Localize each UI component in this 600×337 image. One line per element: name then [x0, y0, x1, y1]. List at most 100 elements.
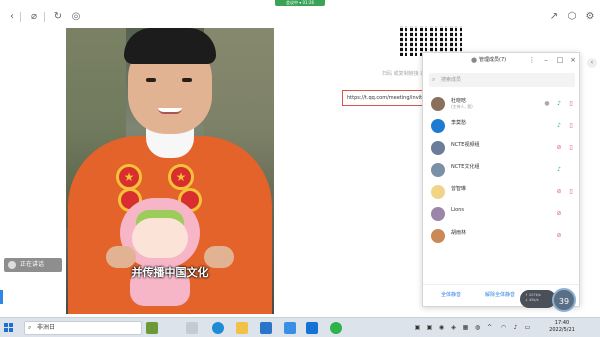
unmute-all-button[interactable]: 解除全体静音 [485, 291, 515, 298]
cube-icon[interactable]: ⬡ [566, 11, 578, 23]
user-avatar-icon [8, 261, 16, 269]
left-edge-marker [0, 290, 3, 304]
meeting-status-tab[interactable]: 会议中 ▾ 01:26 [275, 0, 325, 6]
member-name: Lions [451, 207, 465, 213]
member-row[interactable]: Lions ⊘ [423, 203, 579, 225]
clock-date: 2022/5/21 [549, 327, 575, 333]
chevron-left-icon[interactable]: ‹ [587, 58, 597, 68]
tray-app-icon[interactable]: ◉ [438, 324, 445, 331]
host-icon: ● [544, 100, 550, 107]
tray-app-icon[interactable]: ▣ [426, 324, 433, 331]
task-view-icon[interactable] [186, 322, 198, 334]
toolbar-divider [44, 12, 45, 22]
microphone-icon[interactable]: ♪ [555, 122, 563, 130]
avatar [431, 207, 445, 221]
member-row[interactable]: NCTE文化组 ♪ [423, 159, 579, 181]
taskbar-search-text: 非洲日 [37, 324, 56, 331]
wifi-icon[interactable]: ◠ [500, 324, 507, 331]
video-subtitle: 并传播中国文化 [131, 266, 209, 279]
battery-icon[interactable]: ▭ [524, 324, 531, 331]
microphone-icon[interactable]: ♪ [555, 100, 563, 108]
camera-icon[interactable]: ▯ [567, 100, 575, 108]
tray-app-icon[interactable]: ◈ [450, 324, 457, 331]
avatar [431, 185, 445, 199]
search-placeholder: 搜索成员 [441, 77, 462, 83]
panel-titlebar: ● 管理成员(7) ⋮ – □ × [423, 53, 579, 69]
speaker-eye [182, 78, 192, 82]
search-icon: ⌕ [28, 324, 32, 331]
avatar [431, 119, 445, 133]
chevron-left-icon[interactable]: ‹ [6, 11, 18, 23]
member-name: NCTE视频组 [451, 142, 480, 148]
mute-all-button[interactable]: 全体静音 [441, 291, 461, 298]
microphone-icon[interactable]: ⊘ [555, 188, 563, 196]
camera-icon[interactable]: ▯ [567, 144, 575, 152]
edge-browser-icon[interactable] [212, 322, 224, 334]
share-icon[interactable]: ↗ [548, 11, 560, 23]
avatar [431, 141, 445, 155]
search-icon: ⌕ [432, 76, 436, 83]
file-explorer-icon[interactable] [236, 322, 248, 334]
member-row[interactable]: 曾智琳 ⊘ ▯ [423, 181, 579, 203]
chevron-up-icon[interactable]: ^ [486, 324, 493, 331]
microphone-icon[interactable]: ⊘ [555, 144, 563, 152]
camera-icon[interactable]: ▯ [567, 122, 575, 130]
member-row[interactable]: 杜晓晗 (主持人, 我) ♪ ▯ ● [423, 93, 579, 115]
invite-link-field[interactable]: https://t.qq.com/meeting/invite [342, 90, 428, 106]
speaker-mouth [158, 108, 182, 114]
member-name: 曾智琳 [451, 186, 467, 192]
maximize-icon[interactable]: □ [555, 55, 565, 65]
speaking-label: 正在讲话 [20, 261, 45, 268]
globe-icon[interactable]: ◎ [70, 11, 82, 23]
speaking-indicator[interactable]: 正在讲话 [4, 258, 62, 272]
avatar [431, 229, 445, 243]
tray-app-icon[interactable]: ▣ [414, 324, 421, 331]
gear-icon[interactable]: ⚙ [584, 11, 596, 23]
speaker-hair [124, 28, 216, 64]
close-icon[interactable]: × [568, 55, 578, 65]
network-speed: ↑ 207k/s ↓ 45k/s [520, 290, 556, 308]
cpu-gauge[interactable]: 39 [552, 288, 576, 312]
video-app-icon[interactable] [306, 322, 318, 334]
meeting-app-icon[interactable] [284, 322, 296, 334]
user-icon: ● [470, 56, 478, 64]
volume-icon[interactable]: ♪ [512, 324, 519, 331]
taskbar: ⌕ 非洲日 ▣ ▣ ◉ ◈ ▦ ◍ ^ ◠ ♪ ▭ 17:40 2022/5/2… [0, 317, 600, 337]
member-name: 李莫愁 [451, 120, 467, 126]
member-row[interactable]: NCTE视频组 ⊘ ▯ [423, 137, 579, 159]
microphone-icon[interactable]: ⊘ [555, 210, 563, 218]
member-name: NCTE文化组 [451, 164, 480, 170]
pin-icon[interactable]: ⋮ [527, 55, 537, 65]
desktop-screen: ‹ ⌀ ↻ ◎ 会议中 ▾ 01:26 ↗ ⬡ ⚙ ★ ★ 并传播中国文化 正在… [0, 0, 600, 337]
star-badge-icon: ★ [116, 164, 142, 190]
clock[interactable]: 17:40 2022/5/21 [540, 320, 584, 334]
mail-icon[interactable] [260, 322, 272, 334]
video-stream[interactable]: ★ ★ 并传播中国文化 [66, 28, 274, 314]
member-search-input[interactable]: ⌕ 搜索成员 [429, 73, 575, 87]
download-speed: ↓ 45k/s [525, 298, 539, 302]
windows-start-icon[interactable] [4, 323, 14, 333]
microphone-icon[interactable]: ♪ [555, 166, 563, 174]
star-badge-icon: ★ [168, 164, 194, 190]
link-icon[interactable]: ⌀ [28, 11, 40, 23]
member-row[interactable]: 李莫愁 ♪ ▯ [423, 115, 579, 137]
camera-icon[interactable]: ▯ [567, 188, 575, 196]
tray-app-icon[interactable]: ▦ [462, 324, 469, 331]
member-role: (主持人, 我) [451, 104, 473, 109]
microphone-icon[interactable]: ⊘ [555, 232, 563, 240]
tray-app-icon[interactable]: ◍ [474, 324, 481, 331]
members-panel: ● 管理成员(7) ⋮ – □ × ⌕ 搜索成员 杜晓晗 (主持人, 我) ♪ ▯ ● 李… [422, 52, 580, 307]
avatar [431, 97, 445, 111]
taskbar-search-input[interactable]: ⌕ 非洲日 [24, 321, 142, 335]
minimize-icon[interactable]: – [541, 55, 551, 65]
toolbar-divider [20, 12, 21, 22]
member-row[interactable]: 胡雨林 ⊘ [423, 225, 579, 247]
widget-icon[interactable] [146, 322, 158, 334]
panel-title: 管理成员(7) [479, 57, 507, 63]
refresh-icon[interactable]: ↻ [52, 11, 64, 23]
member-name: 胡雨林 [451, 230, 467, 236]
wechat-icon[interactable] [330, 322, 342, 334]
doll-face [132, 218, 188, 258]
clock-time: 17:40 [554, 320, 570, 326]
speaker-eye [146, 78, 156, 82]
